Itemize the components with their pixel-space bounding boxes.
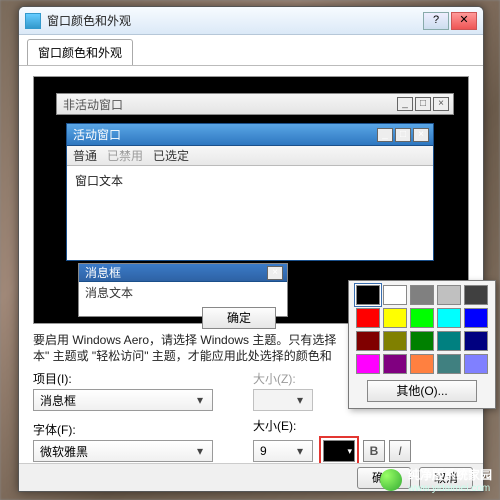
close-icon: × xyxy=(267,266,283,280)
color-swatch[interactable] xyxy=(437,308,461,328)
preview-active-titlebar: 活动窗口 _ □ × xyxy=(67,124,433,146)
color-swatch[interactable] xyxy=(410,354,434,374)
window-color-icon xyxy=(25,13,41,29)
color-swatch[interactable] xyxy=(464,354,488,374)
color-swatch[interactable] xyxy=(383,331,407,351)
color-swatch[interactable] xyxy=(356,331,380,351)
chevron-down-icon: ▾ xyxy=(292,444,308,458)
color-swatch[interactable] xyxy=(437,354,461,374)
preview-menu: 普通 已禁用 已选定 xyxy=(67,146,433,166)
preview-msgbox-title: 消息框 xyxy=(85,264,121,281)
menu-normal: 普通 xyxy=(73,147,97,164)
chevron-down-icon: ▾ xyxy=(192,444,208,458)
item-combobox[interactable]: 消息框 ▾ xyxy=(33,389,213,411)
preview-inactive-window: 非活动窗口 _ □ × xyxy=(56,93,454,115)
window-color-appearance-dialog: 窗口颜色和外观 ? ✕ 窗口颜色和外观 非活动窗口 _ □ × 活动窗口 _ □… xyxy=(18,6,484,492)
color-swatch[interactable] xyxy=(383,285,407,305)
minimize-icon: _ xyxy=(377,128,393,142)
tab-window-color[interactable]: 窗口颜色和外观 xyxy=(27,39,133,65)
color-swatch[interactable] xyxy=(356,354,380,374)
highlight-box: ▾ xyxy=(319,436,359,466)
watermark-logo-icon xyxy=(380,469,402,491)
tab-strip: 窗口颜色和外观 xyxy=(19,35,483,66)
color-swatch[interactable] xyxy=(410,285,434,305)
menu-disabled: 已禁用 xyxy=(107,147,143,164)
color-swatch-grid xyxy=(353,285,491,374)
preview-active-window: 活动窗口 _ □ × 普通 已禁用 已选定 窗口文本 xyxy=(66,123,434,261)
size-z-label: 大小(Z): xyxy=(253,370,313,387)
color-swatch[interactable] xyxy=(383,308,407,328)
watermark: 纯净版系统家园 www.yidaimei.com xyxy=(380,466,492,494)
font-label: 字体(F): xyxy=(33,421,213,438)
size-e-combobox[interactable]: 9 ▾ xyxy=(253,440,313,462)
font-combobox[interactable]: 微软雅黑 ▾ xyxy=(33,440,213,462)
italic-button[interactable]: I xyxy=(389,440,411,462)
menu-selected: 已选定 xyxy=(153,147,189,164)
window-title: 窗口颜色和外观 xyxy=(47,12,423,29)
color-swatch[interactable] xyxy=(464,285,488,305)
other-colors-button[interactable]: 其他(O)... xyxy=(367,380,477,402)
color-swatch[interactable] xyxy=(356,308,380,328)
color-swatch[interactable] xyxy=(410,308,434,328)
preview-window-text: 窗口文本 xyxy=(67,166,433,195)
titlebar: 窗口颜色和外观 ? ✕ xyxy=(19,7,483,35)
chevron-down-icon: ▾ xyxy=(192,393,208,407)
color-swatch[interactable] xyxy=(410,331,434,351)
watermark-url: www.yidaimei.com xyxy=(408,483,492,494)
preview-active-title: 活动窗口 xyxy=(73,126,121,143)
help-button[interactable]: ? xyxy=(423,12,449,30)
preview-msgbox-text: 消息文本 xyxy=(79,282,287,303)
preview-inactive-title: 非活动窗口 xyxy=(63,96,123,113)
bold-button[interactable]: B xyxy=(363,440,385,462)
font-color-picker[interactable]: ▾ xyxy=(323,440,355,462)
color-swatch[interactable] xyxy=(437,285,461,305)
size-z-combobox: ▾ xyxy=(253,389,313,411)
color-swatch[interactable] xyxy=(464,331,488,351)
watermark-brand: 纯净版系统家园 xyxy=(408,466,492,483)
chevron-down-icon: ▾ xyxy=(292,393,308,407)
maximize-icon: □ xyxy=(395,128,411,142)
color-swatch[interactable] xyxy=(437,331,461,351)
color-swatch[interactable] xyxy=(383,354,407,374)
color-popup: 其他(O)... xyxy=(348,280,496,409)
close-button[interactable]: ✕ xyxy=(451,12,477,30)
maximize-icon: □ xyxy=(415,97,431,111)
item-label: 项目(I): xyxy=(33,370,213,387)
color-swatch[interactable] xyxy=(356,285,380,305)
minimize-icon: _ xyxy=(397,97,413,111)
close-icon: × xyxy=(413,128,429,142)
close-icon: × xyxy=(433,97,449,111)
size-e-label: 大小(E): xyxy=(253,417,411,434)
preview-ok-button: 确定 xyxy=(202,307,276,329)
color-swatch[interactable] xyxy=(464,308,488,328)
